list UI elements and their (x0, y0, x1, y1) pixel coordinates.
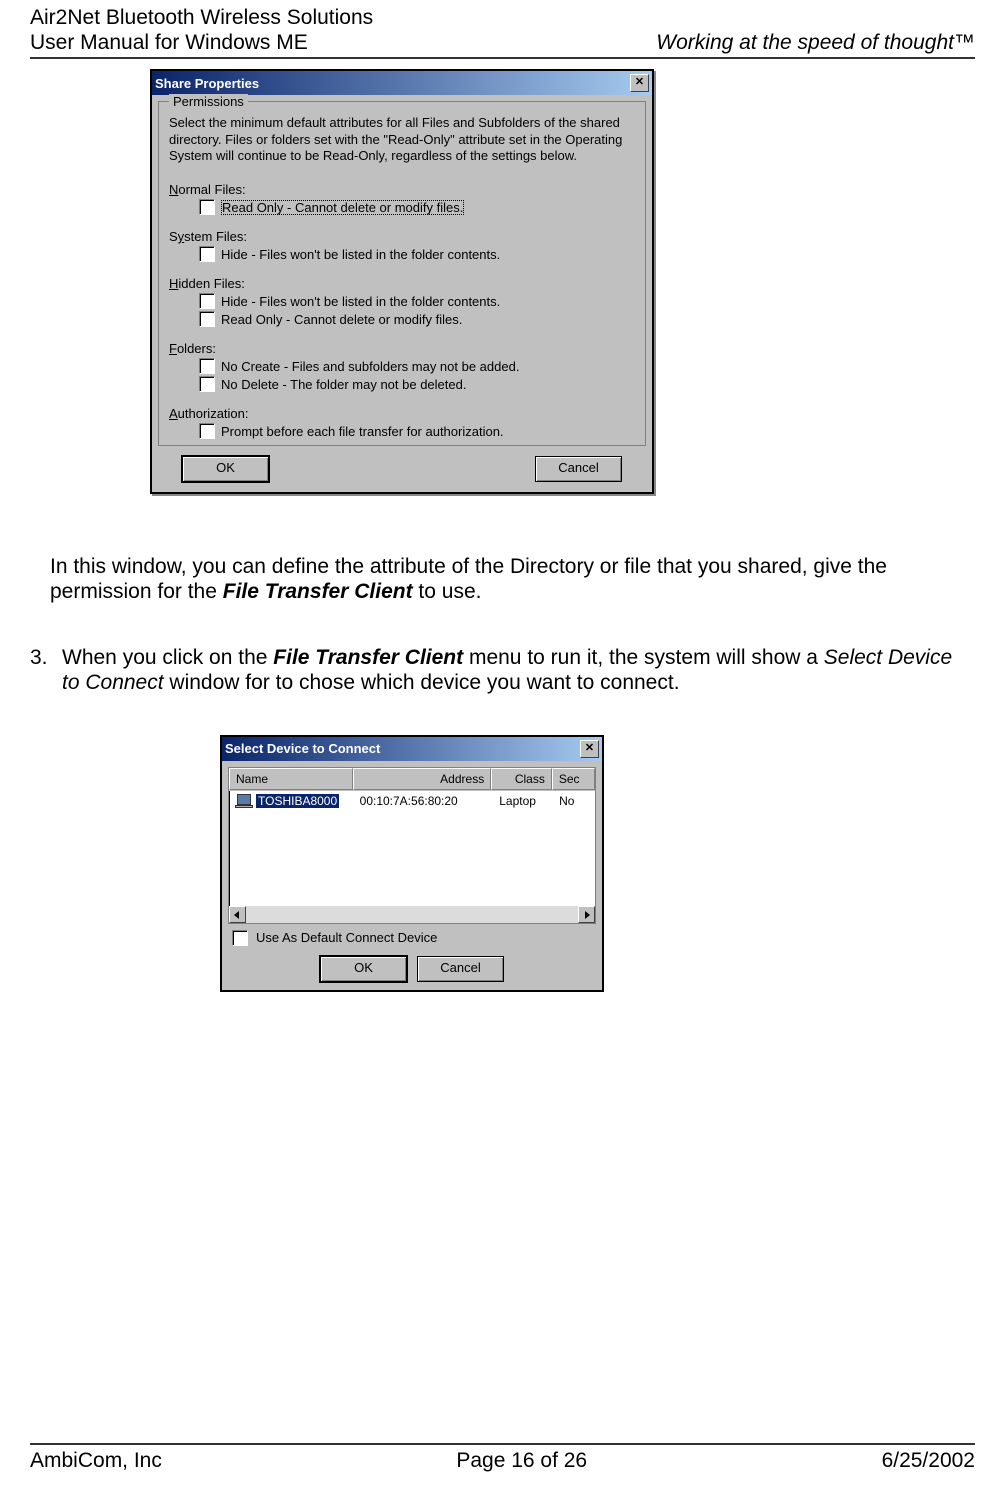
device-sec: No (553, 792, 595, 810)
hidden-hide-label: Hide - Files won't be listed in the fold… (221, 294, 500, 309)
auth-prompt-label: Prompt before each file transfer for aut… (221, 424, 504, 439)
permissions-legend: Permissions (169, 94, 248, 109)
folders-nocreate-label: No Create - Files and subfolders may not… (221, 359, 519, 374)
header-left: Air2Net Bluetooth Wireless Solutions Use… (30, 5, 373, 55)
checkbox-icon[interactable] (199, 311, 215, 327)
ok-button[interactable]: OK (320, 956, 407, 982)
share-title: Share Properties (155, 76, 259, 91)
step3-b: menu to run it, the system will show a (463, 646, 824, 669)
paragraph-define-attribute: In this window, you can define the attri… (50, 554, 965, 604)
step3-a: When you click on the (62, 646, 273, 669)
horizontal-scrollbar[interactable] (229, 906, 595, 923)
para1-text-b: to use. (413, 580, 482, 603)
system-hide-label: Hide - Files won't be listed in the fold… (221, 247, 500, 262)
system-hide-row[interactable]: Hide - Files won't be listed in the fold… (199, 246, 635, 262)
hidden-files-label: Hidden Files: (169, 276, 635, 291)
page-header: Air2Net Bluetooth Wireless Solutions Use… (30, 5, 975, 59)
scroll-right-icon[interactable] (578, 906, 595, 923)
hidden-hide-row[interactable]: Hide - Files won't be listed in the fold… (199, 293, 635, 309)
folders-label: Folders: (169, 341, 635, 356)
footer-left: AmbiCom, Inc (30, 1449, 162, 1473)
select-titlebar[interactable]: Select Device to Connect ✕ (222, 737, 602, 761)
checkbox-icon[interactable] (199, 246, 215, 262)
checkbox-icon[interactable] (232, 930, 248, 946)
device-address: 00:10:7A:56:80:20 (354, 792, 494, 810)
share-titlebar[interactable]: Share Properties ✕ (152, 71, 652, 95)
checkbox-icon[interactable] (199, 423, 215, 439)
folders-nodelete-row[interactable]: No Delete - The folder may not be delete… (199, 376, 635, 392)
step-number: 3. (30, 645, 50, 695)
cancel-button[interactable]: Cancel (535, 456, 622, 482)
select-device-dialog: Select Device to Connect ✕ Name Address … (220, 735, 604, 992)
header-line2: User Manual for Windows ME (30, 31, 308, 54)
step3-c: window for to chose which device you wan… (164, 671, 680, 694)
ok-button[interactable]: OK (182, 456, 269, 482)
list-item[interactable]: TOSHIBA8000 00:10:7A:56:80:20 Laptop No (229, 791, 595, 811)
normal-files-label: Normal Files: (169, 182, 635, 197)
scroll-left-icon[interactable] (229, 906, 246, 923)
laptop-icon (235, 794, 253, 808)
normal-readonly-row[interactable]: Read Only - Cannot delete or modify file… (199, 199, 635, 215)
system-files-label: System Files: (169, 229, 635, 244)
default-device-row[interactable]: Use As Default Connect Device (232, 930, 592, 946)
cancel-button[interactable]: Cancel (417, 956, 504, 982)
folders-nodelete-label: No Delete - The folder may not be delete… (221, 377, 466, 392)
step-3: 3. When you click on the File Transfer C… (30, 645, 965, 695)
footer-center: Page 16 of 26 (456, 1449, 587, 1473)
authorization-label: Authorization: (169, 406, 635, 421)
select-title: Select Device to Connect (225, 741, 380, 756)
default-device-label: Use As Default Connect Device (256, 930, 437, 945)
checkbox-icon[interactable] (199, 358, 215, 374)
close-icon[interactable]: ✕ (630, 74, 649, 92)
list-header[interactable]: Name Address Class Sec (229, 768, 595, 791)
folders-nocreate-row[interactable]: No Create - Files and subfolders may not… (199, 358, 635, 374)
close-icon[interactable]: ✕ (580, 740, 599, 758)
col-class[interactable]: Class (491, 768, 552, 790)
footer-right: 6/25/2002 (882, 1449, 975, 1473)
checkbox-icon[interactable] (199, 293, 215, 309)
col-address[interactable]: Address (353, 768, 491, 790)
para1-bold: File Transfer Client (223, 580, 413, 603)
device-list[interactable]: Name Address Class Sec TOSHIBA8000 00:10… (228, 767, 596, 924)
device-name: TOSHIBA8000 (256, 794, 339, 808)
col-name[interactable]: Name (229, 768, 353, 790)
permissions-group: Permissions Select the minimum default a… (158, 101, 646, 446)
checkbox-icon[interactable] (199, 376, 215, 392)
hidden-readonly-row[interactable]: Read Only - Cannot delete or modify file… (199, 311, 635, 327)
normal-readonly-label: Read Only - Cannot delete or modify file… (221, 200, 464, 215)
permissions-description: Select the minimum default attributes fo… (169, 115, 635, 164)
step3-bold: File Transfer Client (273, 646, 463, 669)
device-class: Laptop (493, 792, 553, 810)
share-properties-dialog: Share Properties ✕ Permissions Select th… (150, 69, 654, 494)
auth-prompt-row[interactable]: Prompt before each file transfer for aut… (199, 423, 635, 439)
header-line1: Air2Net Bluetooth Wireless Solutions (30, 6, 373, 29)
page-footer: AmbiCom, Inc Page 16 of 26 6/25/2002 (30, 1443, 975, 1473)
header-right: Working at the speed of thought™ (656, 31, 975, 55)
checkbox-icon[interactable] (199, 199, 215, 215)
col-sec[interactable]: Sec (552, 768, 595, 790)
hidden-readonly-label: Read Only - Cannot delete or modify file… (221, 312, 462, 327)
step-text: When you click on the File Transfer Clie… (62, 645, 965, 695)
